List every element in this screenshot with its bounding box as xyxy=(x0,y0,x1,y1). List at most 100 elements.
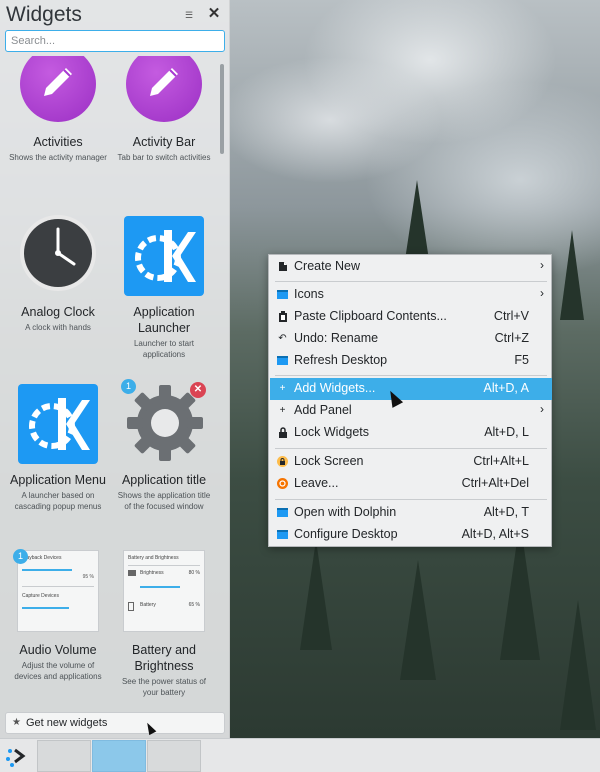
widget-item-application-title[interactable]: ✕ Application title Shows the applicatio… xyxy=(114,378,214,538)
widget-description: Tab bar to switch activities xyxy=(117,153,211,162)
plus-icon: + xyxy=(279,383,286,394)
undo-icon: ↶ xyxy=(278,333,287,344)
widget-grid: Activities Shows the activity manager Ac… xyxy=(0,56,218,710)
menu-item-label: Lock Screen xyxy=(294,454,364,468)
menu-item-shortcut: F5 xyxy=(514,353,529,367)
pencil-icon xyxy=(126,56,202,122)
wallpaper-tree xyxy=(300,540,332,650)
widget-item-audio-volume[interactable]: Playback Devices 95 % Capture Devices Au… xyxy=(8,548,108,688)
count-badge: 1 xyxy=(13,549,28,564)
get-new-widgets-button[interactable]: ★ Get new widgets xyxy=(5,712,225,734)
wallpaper-tree xyxy=(560,230,584,320)
menu-separator xyxy=(275,499,547,500)
widget-description: A launcher based on cascading popup menu… xyxy=(14,491,102,511)
menu-item-leave[interactable]: Leave... Ctrl+Alt+Del xyxy=(270,473,552,495)
widget-name: Application title xyxy=(121,473,207,487)
search-input[interactable] xyxy=(5,30,225,52)
scrollbar[interactable] xyxy=(220,64,224,154)
widget-item-activity-bar[interactable]: Activity Bar Tab bar to switch activitie… xyxy=(114,56,214,186)
menu-item-shortcut: Ctrl+Alt+Del xyxy=(461,476,529,490)
menu-item-label: Icons xyxy=(294,287,324,301)
menu-separator xyxy=(275,281,547,282)
paste-icon xyxy=(277,311,288,322)
leave-icon xyxy=(277,478,288,489)
plus-icon: + xyxy=(279,405,286,416)
menu-item-open-with-dolphin[interactable]: Open with Dolphin Alt+D, T xyxy=(270,502,552,524)
menu-item-label: Undo: Rename xyxy=(294,331,379,345)
wallpaper-tree xyxy=(400,560,436,680)
widget-description: Shows the activity manager xyxy=(9,153,107,162)
widget-description: Shows the application title of the focus… xyxy=(117,491,211,511)
preview-row: Brightness xyxy=(140,570,164,576)
menu-item-shortcut: Alt+D, L xyxy=(484,425,529,439)
menu-item-undo[interactable]: ↶ Undo: Rename Ctrl+Z xyxy=(270,328,552,350)
preview-value: 95 % xyxy=(82,574,94,580)
count-badge: 1 xyxy=(121,379,136,394)
panel-title: Widgets xyxy=(6,3,82,26)
preview-heading: Capture Devices xyxy=(22,593,59,599)
menu-item-lock-widgets[interactable]: Lock Widgets Alt+D, L xyxy=(270,422,552,444)
chevron-right-icon: › xyxy=(540,286,544,300)
menu-item-lock-screen[interactable]: Lock Screen Ctrl+Alt+L xyxy=(270,451,552,473)
menu-item-shortcut: Alt+D, T xyxy=(483,505,529,519)
widget-name: Analog Clock xyxy=(21,305,95,319)
menu-item-label: Add Panel xyxy=(294,403,352,417)
menu-item-configure-desktop[interactable]: Configure Desktop Alt+D, Alt+S xyxy=(270,524,552,546)
plasma-launcher-icon[interactable] xyxy=(2,741,34,771)
brightness-icon xyxy=(128,570,136,576)
menu-item-shortcut: Alt+D, A xyxy=(483,381,529,395)
star-icon: ★ xyxy=(12,717,21,728)
folder-icon xyxy=(277,507,288,518)
pager-desktop-1[interactable] xyxy=(37,740,91,772)
audio-volume-preview: Playback Devices 95 % Capture Devices xyxy=(17,550,99,632)
menu-item-add-widgets[interactable]: + Add Widgets... Alt+D, A xyxy=(270,378,552,400)
kde-logo-icon xyxy=(18,384,98,464)
menu-item-shortcut: Ctrl+Alt+L xyxy=(473,454,529,468)
widget-name: Audio Volume xyxy=(19,643,97,657)
menu-item-label: Paste Clipboard Contents... xyxy=(294,309,447,323)
preview-heading: Playback Devices xyxy=(22,555,62,561)
widget-description: Adjust the volume of devices and applica… xyxy=(14,661,102,681)
clock-icon xyxy=(20,215,96,291)
widget-description: See the power status of your battery xyxy=(121,677,207,697)
menu-item-create-new[interactable]: Create New › xyxy=(270,256,552,278)
close-icon[interactable]: ✕ xyxy=(207,6,221,22)
menu-item-shortcut: Alt+D, Alt+S xyxy=(461,527,529,541)
menu-item-icons[interactable]: Icons › xyxy=(270,284,552,306)
widget-description: Launcher to start applications xyxy=(133,339,195,359)
kde-logo-icon xyxy=(124,216,204,296)
menu-item-label: Add Widgets... xyxy=(294,381,376,395)
lock-screen-icon xyxy=(277,456,288,467)
configure-icon xyxy=(277,529,288,540)
widget-item-battery-and-brightness[interactable]: Battery and Brightness Brightness 80 % B… xyxy=(114,548,214,708)
menu-item-label: Open with Dolphin xyxy=(294,505,397,519)
widget-item-activities[interactable]: Activities Shows the activity manager xyxy=(8,56,108,186)
pager-desktop-3[interactable] xyxy=(147,740,201,772)
preview-value: 65 % xyxy=(188,602,200,608)
widgets-explorer-panel: Widgets ☰ ✕ Activities Shows the activit… xyxy=(0,0,230,738)
hamburger-icon[interactable]: ☰ xyxy=(184,10,194,20)
widget-item-application-launcher[interactable]: Application Launcher Launcher to start a… xyxy=(114,214,214,364)
menu-item-shortcut: Ctrl+Z xyxy=(494,331,529,345)
menu-item-paste[interactable]: Paste Clipboard Contents... Ctrl+V xyxy=(270,306,552,328)
menu-separator xyxy=(275,448,547,449)
menu-separator xyxy=(275,375,547,376)
taskbar xyxy=(0,738,600,772)
refresh-icon xyxy=(277,355,288,366)
lock-icon xyxy=(277,427,288,438)
menu-item-add-panel[interactable]: + Add Panel › xyxy=(270,400,552,422)
widget-description: A clock with hands xyxy=(25,323,91,332)
pager-desktop-2-active[interactable] xyxy=(92,740,146,772)
wallpaper-tree xyxy=(560,600,596,730)
battery-preview: Battery and Brightness Brightness 80 % B… xyxy=(123,550,205,632)
widget-name: Activities xyxy=(33,135,83,149)
chevron-right-icon: › xyxy=(540,258,544,272)
close-badge[interactable]: ✕ xyxy=(190,382,206,398)
menu-item-label: Leave... xyxy=(294,476,339,490)
widget-item-application-menu[interactable]: Application Menu A launcher based on cas… xyxy=(8,378,108,538)
desktop-context-menu: Create New › Icons › Paste Clipboard Con… xyxy=(268,254,552,547)
menu-item-refresh-desktop[interactable]: Refresh Desktop F5 xyxy=(270,350,552,372)
menu-item-label: Refresh Desktop xyxy=(294,353,388,367)
chevron-right-icon: › xyxy=(540,402,544,416)
widget-item-analog-clock[interactable]: Analog Clock A clock with hands xyxy=(8,214,108,364)
